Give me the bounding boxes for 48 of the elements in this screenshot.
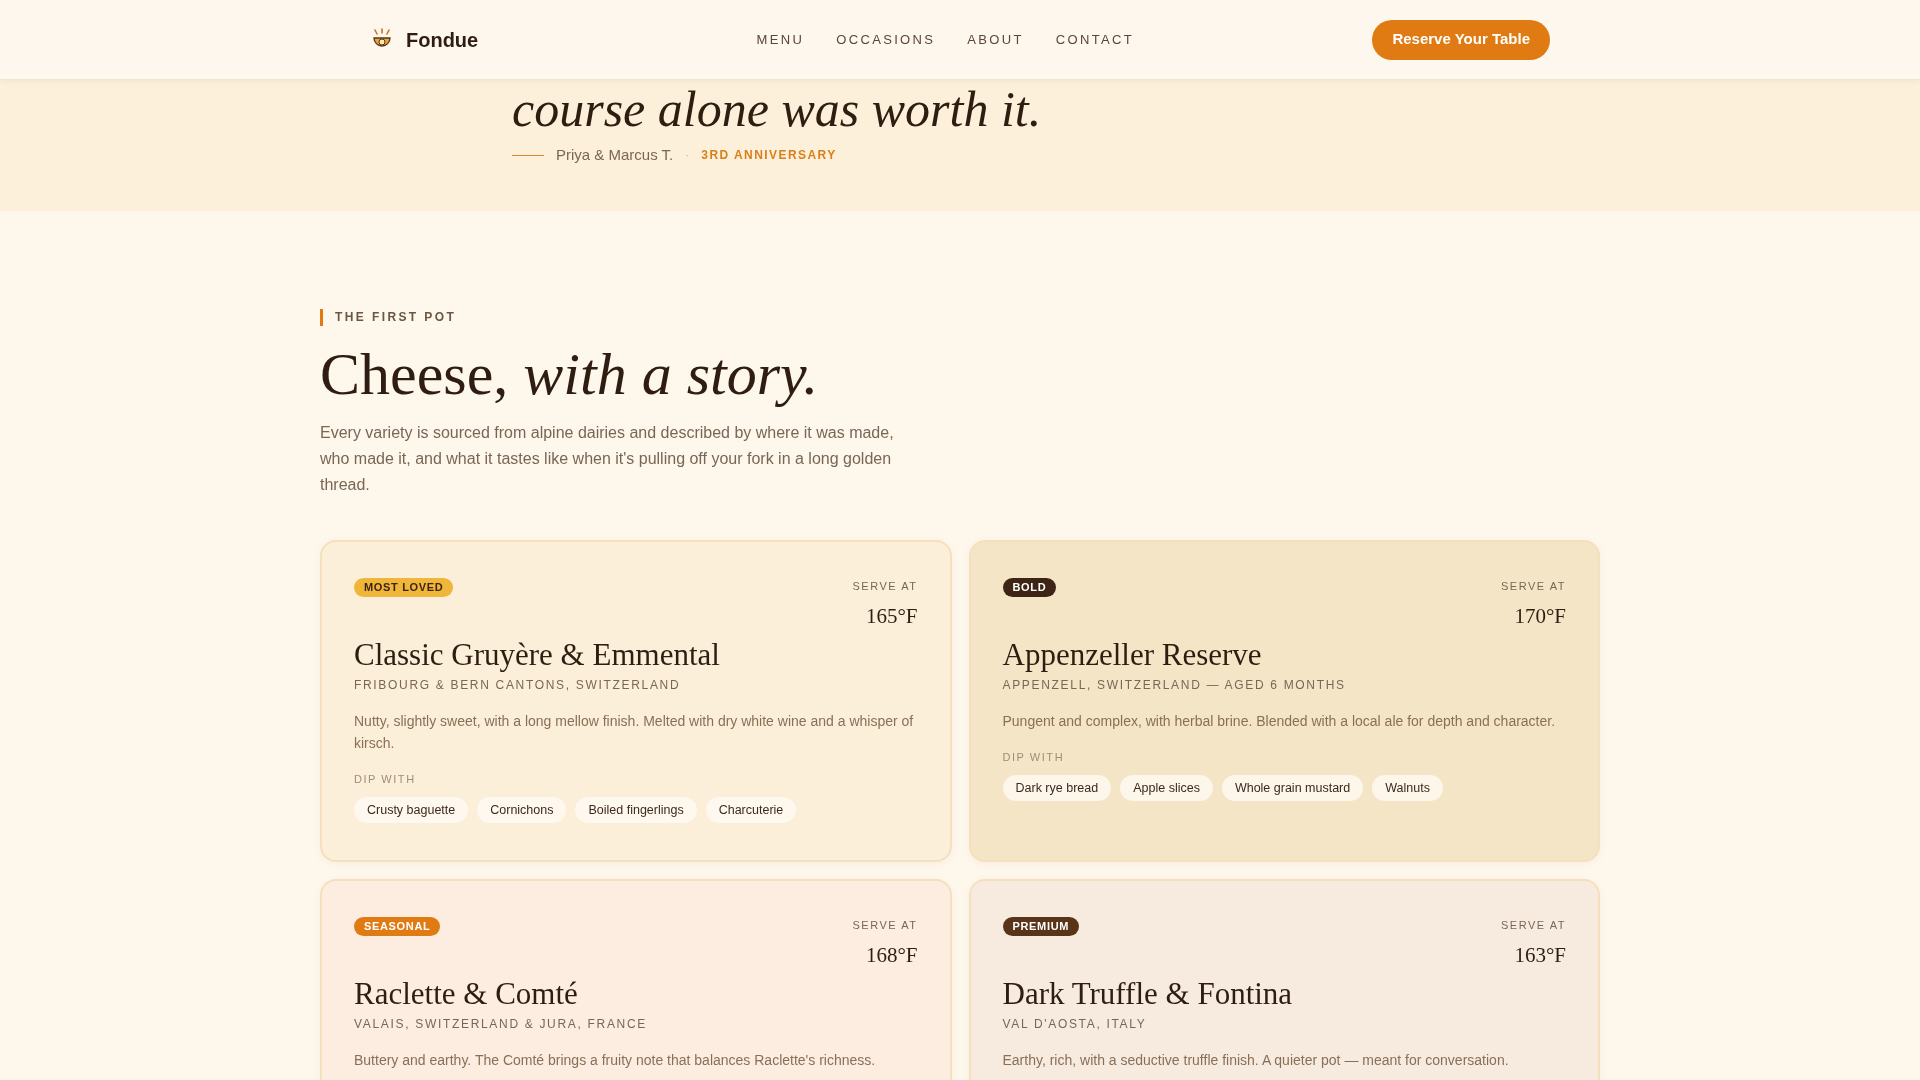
nav-link[interactable]: CONTACT	[1055, 29, 1135, 50]
cheese-description: Nutty, slightly sweet, with a long mellow finish. Melted with dry white wine and a whisper of kirsch.	[354, 712, 915, 753]
serve-temperature: 170°F	[1514, 602, 1566, 630]
dip-chip[interactable]: Boiled fingerlings	[575, 796, 697, 823]
tag-badge: PREMIUM	[1002, 917, 1080, 936]
dip-chip[interactable]: Crusty baguette	[354, 796, 469, 823]
section-title: Cheese, with a story.	[320, 340, 820, 409]
testimonial-author: Priya & Marcus T.	[556, 145, 674, 165]
dip-label: DIP WITH	[354, 772, 417, 787]
accent-bar	[320, 308, 323, 326]
divider-line	[512, 154, 544, 156]
cheese-origin: FRIBOURG & BERN CANTONS, SWITZERLAND	[354, 677, 682, 694]
cheese-name: Appenzeller Reserve	[1002, 636, 1263, 674]
dip-chip[interactable]: Whole grain mustard	[1221, 774, 1364, 801]
nav-link[interactable]: MENU	[756, 29, 805, 50]
tag-badge: BOLD	[1002, 578, 1057, 597]
dip-chip[interactable]: Dark rye bread	[1002, 774, 1112, 801]
cheese-name: Classic Gruyère & Emmental	[354, 636, 721, 674]
cheese-description: Pungent and complex, with herbal brine. Blended with a local ale for depth and character.	[1002, 712, 1557, 731]
cheese-description: Earthy, rich, with a seductive truffle finish. A quieter pot — meant for conversation.	[1002, 1051, 1510, 1070]
nav-link[interactable]: OCCASIONS	[836, 29, 936, 50]
tag-badge: MOST LOVED	[354, 578, 454, 597]
occasion-label: 3RD ANNIVERSARY	[701, 147, 837, 165]
section-intro: Every variety is sourced from alpine dairies and described by where it was made, who made it, and what it tastes like when it's pulling off your fork in a long golden thread.	[320, 423, 895, 495]
serve-label: SERVE AT	[1500, 918, 1566, 933]
cheese-origin: VALAIS, SWITZERLAND & JURA, FRANCE	[354, 1016, 648, 1033]
section-eyebrow: THE FIRST POT	[335, 309, 457, 326]
cheese-description: Buttery and earthy. The Comté brings a fruity note that balances Raclette's richness.	[354, 1051, 877, 1070]
serve-temperature: 165°F	[865, 602, 918, 630]
dip-chip[interactable]: Walnuts	[1372, 774, 1443, 801]
dip-chip[interactable]: Cornichons	[477, 796, 567, 823]
brand-name[interactable]: Fondue	[406, 24, 479, 55]
serve-temperature: 163°F	[1514, 941, 1566, 969]
serve-label: SERVE AT	[852, 918, 918, 933]
dip-chip[interactable]: Apple slices	[1120, 774, 1213, 801]
nav-link[interactable]: ABOUT	[967, 29, 1024, 50]
dip-label: DIP WITH	[1002, 750, 1066, 765]
cheese-origin: VAL D'AOSTA, ITALY	[1002, 1016, 1148, 1033]
separator-dot: ·	[685, 147, 690, 165]
cheese-name: Dark Truffle & Fontina	[1002, 975, 1294, 1013]
cheese-name: Raclette & Comté	[354, 975, 579, 1013]
tag-badge: SEASONAL	[354, 917, 441, 936]
cheese-origin: APPENZELL, SWITZERLAND — AGED 6 MONTHS	[1002, 677, 1347, 694]
dip-chip[interactable]: Charcuterie	[705, 796, 797, 823]
serve-label: SERVE AT	[852, 579, 918, 594]
testimonial-quote: course alone was worth it.	[512, 82, 1043, 136]
serve-label: SERVE AT	[1500, 579, 1566, 594]
serve-temperature: 168°F	[865, 941, 918, 969]
